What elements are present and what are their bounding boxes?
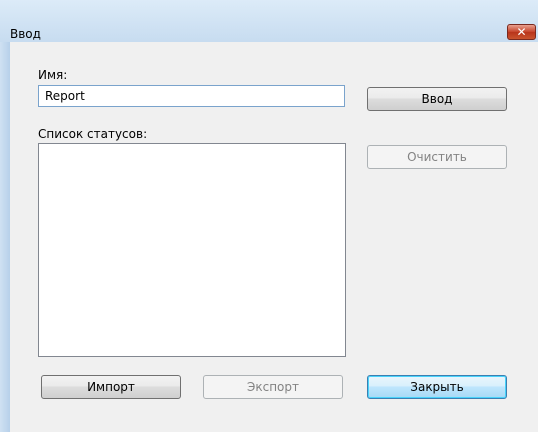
title-bar[interactable]: Ввод ✕ (0, 0, 538, 42)
window-left-border (0, 42, 10, 432)
import-button-label: Импорт (87, 380, 135, 394)
status-listbox[interactable] (38, 143, 346, 357)
import-button[interactable]: Импорт (41, 375, 181, 399)
export-button-label: Экспорт (246, 380, 300, 394)
name-input[interactable] (38, 85, 345, 107)
clear-button-label: Очистить (407, 150, 467, 164)
clear-button[interactable]: Очистить (367, 145, 507, 169)
close-button-label: Закрыть (410, 380, 464, 394)
enter-button[interactable]: Ввод (367, 87, 507, 111)
window-title: Ввод (10, 27, 41, 41)
dialog-window: Ввод ✕ Имя: Ввод Список статусов: Очисти… (0, 0, 538, 432)
close-icon: ✕ (516, 25, 527, 39)
name-label: Имя: (38, 68, 68, 82)
close-window-button[interactable]: ✕ (507, 24, 536, 40)
status-list-label: Список статусов: (38, 127, 148, 141)
close-button[interactable]: Закрыть (367, 375, 507, 399)
enter-button-label: Ввод (421, 92, 453, 106)
export-button[interactable]: Экспорт (203, 375, 343, 399)
